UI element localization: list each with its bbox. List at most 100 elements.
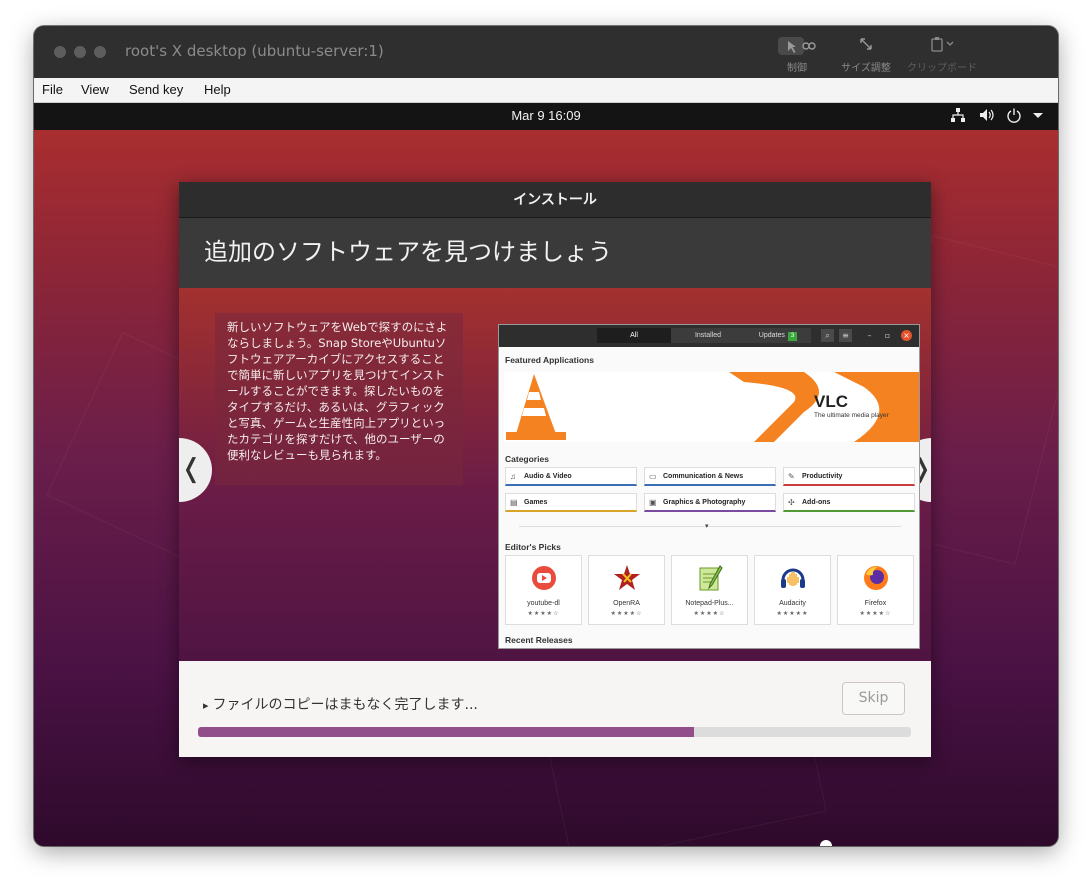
pick-notepad-plus: Notepad-Plus... ★★★★☆ xyxy=(671,555,748,625)
zoom-window-button[interactable] xyxy=(94,46,106,58)
featured-vlc-banner: VLC The ultimate media player xyxy=(504,372,919,442)
image-icon: ▣ xyxy=(649,498,657,507)
featured-title: VLC xyxy=(814,392,848,411)
category-divider xyxy=(519,526,901,527)
power-icon[interactable] xyxy=(1006,107,1022,127)
installer-banner-title: 追加のソフトウェアを見つけましょう xyxy=(179,218,931,288)
menu-view[interactable]: View xyxy=(81,82,109,97)
pick-name: Notepad-Plus... xyxy=(685,600,734,607)
pick-rating: ★★★★☆ xyxy=(693,610,726,617)
ubuntu-software-screenshot: All Installed Updates 3 ⌕ ≡ – ▫ × Feature… xyxy=(498,324,920,649)
editors-picks-heading: Editor's Picks xyxy=(505,542,561,552)
chat-icon: ▭ xyxy=(649,472,657,481)
software-headerbar: All Installed Updates 3 ⌕ ≡ – ▫ × xyxy=(499,325,919,347)
pick-openra: OpenRA ★★★★☆ xyxy=(588,555,665,625)
category-audio-video: ♫ Audio & Video xyxy=(505,467,637,486)
window-titlebar[interactable]: root's X desktop (ubuntu-server:1) 制御 サイ… xyxy=(34,26,1058,78)
expander-arrow-icon[interactable]: ▸ xyxy=(203,699,209,712)
network-icon[interactable] xyxy=(950,107,966,127)
installer-dialog: インストール 追加のソフトウェアを見つけましょう 新しいソフトウェアをWebで探… xyxy=(179,182,931,757)
minimize-icon: – xyxy=(867,331,872,340)
installer-footer: ▸ ファイルのコピーはまもなく完了します... Skip xyxy=(179,661,931,757)
gnome-top-bar: Mar 9 16:09 xyxy=(34,103,1058,130)
tab-installed: Installed xyxy=(671,328,745,343)
chevron-down-icon[interactable] xyxy=(1032,107,1044,127)
window-title: root's X desktop (ubuntu-server:1) xyxy=(125,42,384,60)
slideshow: 新しいソフトウェアをWebで探すのにさよならしましょう。Snap StoreやU… xyxy=(179,288,931,661)
install-progress-bar xyxy=(198,727,911,737)
category-label: Add-ons xyxy=(802,499,831,506)
category-communication-news: ▭ Communication & News xyxy=(644,467,776,486)
pick-audacity: Audacity ★★★★★ xyxy=(754,555,831,625)
slide-description: 新しいソフトウェアをWebで探すのにさよならしましょう。Snap StoreやU… xyxy=(215,313,463,485)
menu-icon: ≡ xyxy=(839,329,852,342)
categories-heading: Categories xyxy=(505,454,549,464)
close-icon: × xyxy=(901,330,912,341)
skip-button[interactable]: Skip xyxy=(842,682,905,715)
notepad-plus-icon xyxy=(699,565,723,591)
details-expander[interactable]: ▸ ファイルのコピーはまもなく完了します... xyxy=(203,694,478,714)
copy-status-text: ファイルのコピーはまもなく完了します... xyxy=(212,697,478,713)
puzzle-icon: ✣ xyxy=(788,498,795,507)
category-graphics-photography: ▣ Graphics & Photography xyxy=(644,493,776,512)
clock[interactable]: Mar 9 16:09 xyxy=(34,108,1058,123)
edit-icon: ✎ xyxy=(788,472,795,481)
featured-subtitle: The ultimate media player xyxy=(814,412,889,419)
tab-all: All xyxy=(597,328,671,343)
pick-firefox: Firefox ★★★★☆ xyxy=(837,555,914,625)
recent-releases-heading: Recent Releases xyxy=(505,635,573,645)
vnc-window: root's X desktop (ubuntu-server:1) 制御 サイ… xyxy=(34,26,1058,846)
pick-rating: ★★★★☆ xyxy=(610,610,643,617)
featured-heading: Featured Applications xyxy=(505,355,594,365)
pick-rating: ★★★★☆ xyxy=(859,610,892,617)
youtube-dl-icon xyxy=(532,566,556,590)
updates-count-badge: 3 xyxy=(787,332,798,341)
vlc-cone-icon xyxy=(506,372,919,442)
menu-file[interactable]: File xyxy=(42,82,63,97)
resize-label: サイズ調整 xyxy=(841,63,891,74)
previous-slide-button[interactable]: ❬ xyxy=(179,438,212,502)
install-progress-fill xyxy=(198,727,694,737)
tab-updates: Updates 3 xyxy=(745,328,811,343)
volume-icon[interactable] xyxy=(978,107,996,127)
clipboard-icon xyxy=(904,36,980,56)
category-label: Audio & Video xyxy=(524,473,572,480)
games-icon: ▤ xyxy=(510,498,518,507)
clipboard-tool[interactable]: クリップボード xyxy=(904,36,980,74)
tab-updates-label: Updates xyxy=(758,332,785,339)
pick-name: Firefox xyxy=(864,600,887,607)
category-add-ons: ✣ Add-ons xyxy=(783,493,915,512)
expand-categories-icon: ▾ xyxy=(705,522,709,530)
resize-icon xyxy=(834,36,898,56)
clipboard-label: クリップボード xyxy=(907,63,977,74)
pick-rating: ★★★★☆ xyxy=(527,610,560,617)
openra-icon xyxy=(614,565,640,590)
category-label: Productivity xyxy=(802,473,843,480)
category-label: Graphics & Photography xyxy=(663,499,746,506)
category-games: ▤ Games xyxy=(505,493,637,512)
audacity-icon xyxy=(781,568,805,588)
music-note-icon: ♫ xyxy=(510,472,516,481)
pick-name: Audacity xyxy=(779,600,806,607)
category-label: Communication & News xyxy=(663,473,744,480)
control-label: 制御 xyxy=(787,63,807,74)
maximize-icon: ▫ xyxy=(884,331,891,340)
installer-header-title: インストール xyxy=(179,182,931,218)
firefox-icon xyxy=(864,566,888,590)
menu-help[interactable]: Help xyxy=(204,82,231,97)
pick-name: OpenRA xyxy=(613,600,640,607)
menu-send-key[interactable]: Send key xyxy=(129,82,183,97)
desktop-background: インストール 追加のソフトウェアを見つけましょう 新しいソフトウェアをWebで探… xyxy=(34,130,1058,846)
category-label: Games xyxy=(524,499,548,506)
control-tool[interactable]: 制御 xyxy=(766,36,828,74)
pick-name: youtube-dl xyxy=(527,600,560,607)
minimize-window-button[interactable] xyxy=(74,46,86,58)
mouse-cursor xyxy=(820,840,832,846)
pick-youtube-dl: youtube-dl ★★★★☆ xyxy=(505,555,582,625)
close-window-button[interactable] xyxy=(54,46,66,58)
control-icon xyxy=(766,36,828,56)
resize-tool[interactable]: サイズ調整 xyxy=(834,36,898,74)
menubar: File View Send key Help xyxy=(34,78,1058,103)
search-icon: ⌕ xyxy=(821,329,834,342)
pick-rating: ★★★★★ xyxy=(776,610,809,617)
